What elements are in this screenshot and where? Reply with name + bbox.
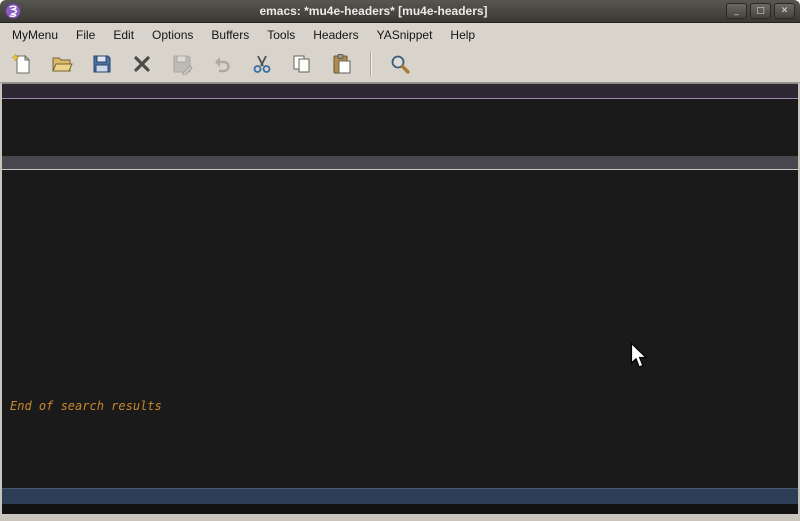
window-controls: _ □ ✕ — [726, 3, 795, 19]
message-row[interactable]: 2012-08-10 S Lanoxx + Re: Compiling glib… — [2, 328, 798, 342]
save-button[interactable] — [88, 50, 116, 78]
emacs-window: emacs: *mu4e-headers* [mu4e-headers] _ □… — [0, 0, 800, 521]
titlebar[interactable]: emacs: *mu4e-headers* [mu4e-headers] _ □… — [0, 0, 800, 23]
message-row[interactable]: 2012-08-10 S Michael Welle \ Re: [O] Usi… — [2, 285, 798, 299]
window-title: emacs: *mu4e-headers* [mu4e-headers] — [27, 4, 720, 18]
menu-tools[interactable]: Tools — [258, 25, 304, 45]
close-button[interactable]: ✕ — [774, 3, 795, 19]
message-row[interactable]: D -> delete uaN Bastien | Re: [O] possib… — [2, 113, 798, 127]
undo-icon — [211, 53, 233, 75]
open-folder-icon — [51, 53, 73, 75]
cut-scissors-icon — [251, 53, 273, 75]
undo-button — [208, 50, 236, 78]
message-row[interactable]: 2012-08-10 uN Frans Oilinki | GTK3 depre… — [2, 185, 798, 199]
message-row[interactable]: 2012-08-10 uN Bastien | Re: [O] [PATCH] … — [2, 242, 798, 256]
menu-mymenu[interactable]: MyMenu — [3, 25, 67, 45]
message-row[interactable]: 2012-08-10 S Bastien + Re: [O] Using org… — [2, 271, 798, 285]
end-of-results-text: End of search results — [2, 399, 798, 413]
copy-button[interactable] — [288, 50, 316, 78]
message-row[interactable]: D -> delete uN Andreas Röhler | Re: movi… — [2, 99, 798, 113]
new-file-button[interactable] — [8, 50, 36, 78]
save-as-icon — [171, 53, 193, 75]
emacs-icon — [5, 3, 21, 19]
message-row[interactable]: d -> trash 0 S Juanjo Marin - Re: Videos… — [2, 228, 798, 242]
new-file-icon — [11, 53, 33, 75]
message-row[interactable]: 2012-08-10 uN Mario Sanchez Prada | Expo… — [2, 128, 798, 142]
tool-bar — [0, 46, 800, 83]
minimize-button[interactable]: _ — [726, 3, 747, 19]
save-icon — [91, 53, 113, 75]
message-row[interactable]: 2012-08-10 S Francesco Mazzoli | Slow NN… — [2, 313, 798, 327]
mode-line[interactable] — [2, 488, 798, 504]
search-magnifier-icon — [389, 53, 411, 75]
menu-options[interactable]: Options — [143, 25, 202, 45]
message-row[interactable]: d -> trash 0 S webmaster@straightd... | … — [2, 299, 798, 313]
paste-clipboard-icon — [331, 53, 353, 75]
message-row[interactable]: 2012-08-10 uN 'Mash (Thomas Herbert) | R… — [2, 356, 798, 370]
message-row[interactable]: 2012-08-10 uN Xan Lopez - Re: Videos fro… — [2, 213, 798, 227]
message-row[interactable]: d -> trash 0 uN Thierry Volpiatto | Re: … — [2, 199, 798, 213]
open-file-button[interactable] — [48, 50, 76, 78]
message-row[interactable]: 2012-08-10 uaN Bastien | Re: [O] Add the… — [2, 256, 798, 270]
maximize-button[interactable]: □ — [750, 3, 771, 19]
menu-bar: MyMenu File Edit Options Buffers Tools H… — [0, 23, 800, 46]
mu4e-headers-buffer[interactable]: ▼ Date Flgs From/To Subject D -> delete … — [2, 83, 798, 488]
menu-yasnippet[interactable]: YASnippet — [368, 25, 442, 45]
message-row[interactable]: 2012-08-10 uN Bastien | Re: [O] my captu… — [2, 156, 798, 170]
toolbar-separator — [370, 52, 372, 76]
message-row[interactable]: 2012-08-10 uN HardKor | Question about k… — [2, 170, 798, 184]
close-buffer-icon — [131, 53, 153, 75]
message-row[interactable]: 2012-08-10 uN Bastien | Re: [O] Birthday… — [2, 142, 798, 156]
message-row[interactable]: 2012-08-09 uN robertcInSD | Re: Invoking… — [2, 385, 798, 399]
menu-headers[interactable]: Headers — [304, 25, 367, 45]
headers-column-row: ▼ Date Flgs From/To Subject — [2, 84, 798, 99]
close-buffer-button[interactable] — [128, 50, 156, 78]
copy-icon — [291, 53, 313, 75]
message-row[interactable]: 2012-08-10 S Suvayu Ali | Re: Emacs for … — [2, 371, 798, 385]
message-row[interactable]: 2012-08-10 uN Florian Müllner \ Re: Comp… — [2, 342, 798, 356]
menu-help[interactable]: Help — [441, 25, 484, 45]
cut-button[interactable] — [248, 50, 276, 78]
menu-buffers[interactable]: Buffers — [202, 25, 258, 45]
menu-edit[interactable]: Edit — [104, 25, 143, 45]
menu-file[interactable]: File — [67, 25, 104, 45]
minibuffer-echo-area[interactable] — [2, 504, 798, 514]
paste-button[interactable] — [328, 50, 356, 78]
save-as-button — [168, 50, 196, 78]
search-button[interactable] — [386, 50, 414, 78]
